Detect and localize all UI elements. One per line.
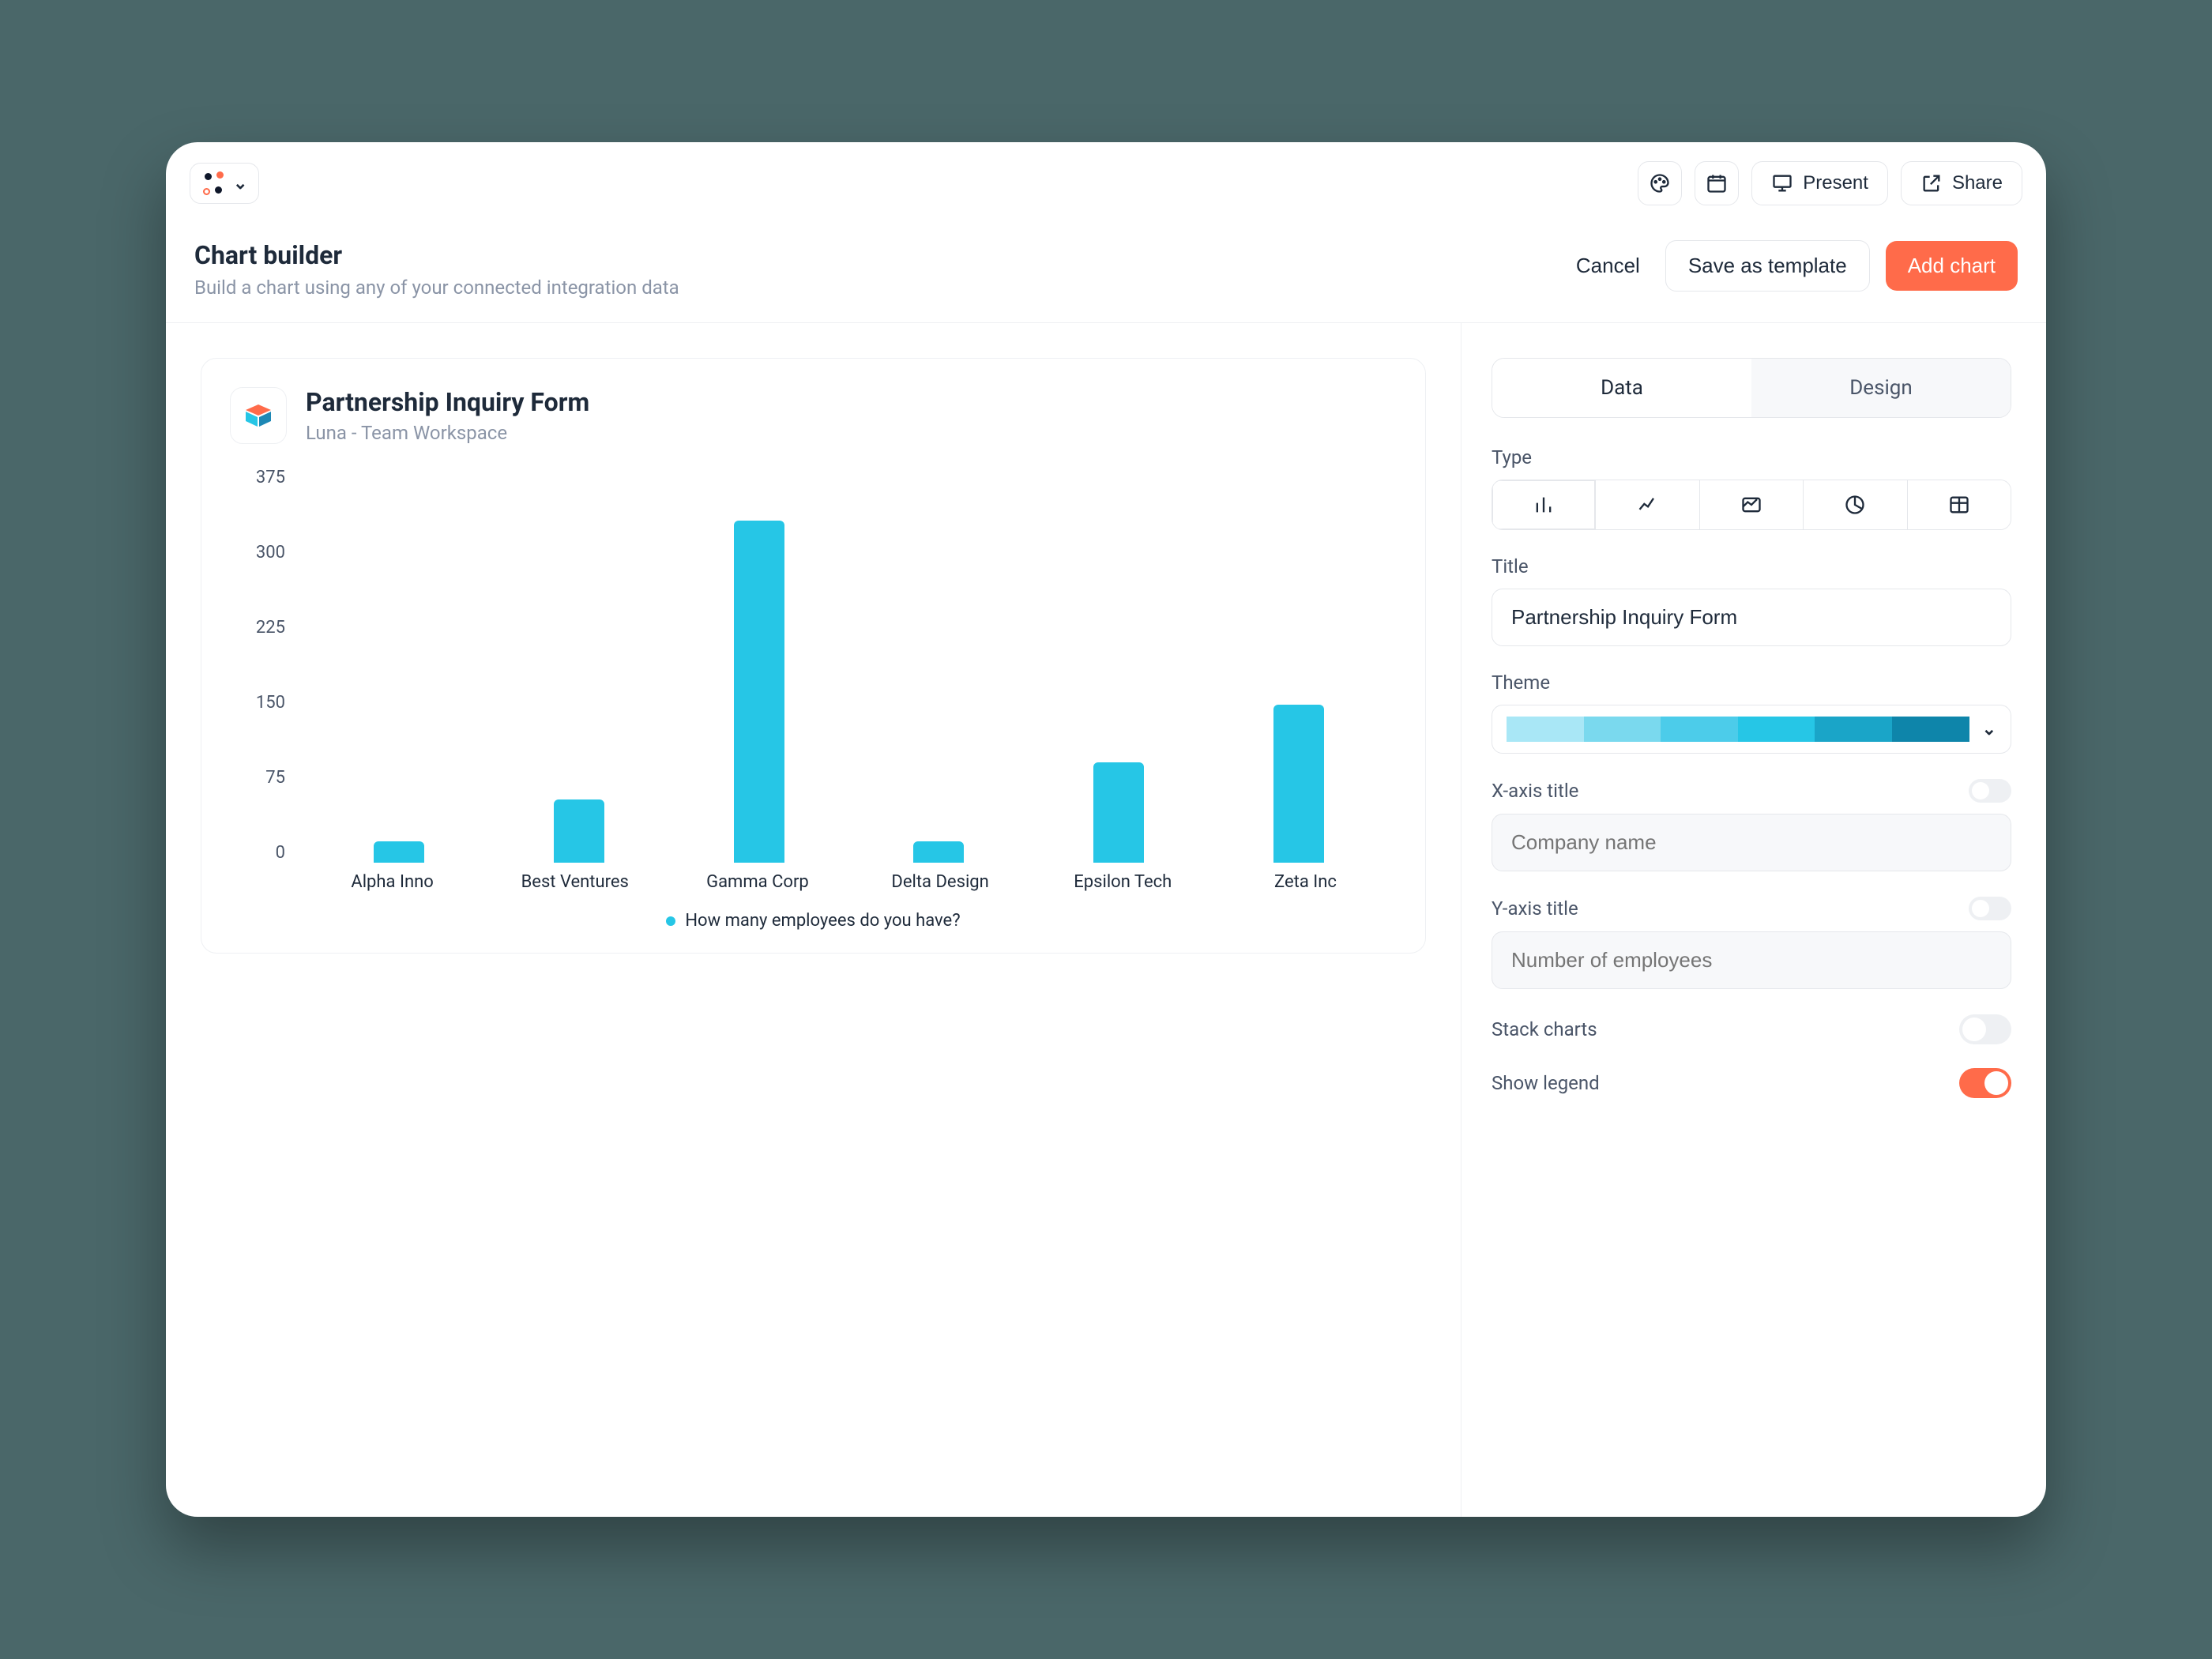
x-tick: Alpha Inno	[301, 872, 483, 892]
theme-select[interactable]: ⌄	[1492, 705, 2011, 754]
chart-type-segmented	[1492, 480, 2011, 530]
chart-card: Partnership Inquiry Form Luna - Team Wor…	[201, 358, 1426, 954]
color-swatch	[1892, 717, 1969, 742]
legend-label: How many employees do you have?	[685, 911, 960, 931]
x-axis-toggle[interactable]	[1969, 779, 2011, 803]
color-swatch	[1584, 717, 1661, 742]
x-tick: Gamma Corp	[666, 872, 848, 892]
bar-column	[1209, 468, 1389, 863]
table-icon	[1948, 494, 1970, 516]
area-chart-icon	[1740, 494, 1762, 516]
legend-swatch	[666, 916, 675, 926]
tab-data[interactable]: Data	[1492, 359, 1751, 417]
title-field-label: Title	[1492, 555, 2011, 577]
palette-icon	[1649, 172, 1671, 194]
type-line[interactable]	[1596, 480, 1699, 529]
panel-tabs: Data Design	[1492, 358, 2011, 418]
bar	[374, 841, 424, 863]
plot-area	[301, 468, 1397, 863]
calendar-button[interactable]	[1695, 161, 1739, 205]
legend-row: Show legend	[1492, 1068, 2011, 1098]
type-label: Type	[1492, 446, 2011, 468]
cancel-button[interactable]: Cancel	[1567, 254, 1650, 278]
theme-swatches	[1507, 717, 1969, 742]
bar	[1273, 705, 1324, 863]
bar	[734, 521, 784, 863]
x-tick: Best Ventures	[483, 872, 666, 892]
x-tick: Delta Design	[849, 872, 1032, 892]
page-header: Chart builder Build a chart using any of…	[166, 224, 2046, 322]
page-title: Chart builder	[194, 240, 679, 270]
chevron-down-icon: ⌄	[233, 174, 247, 194]
chart-plot: 375 300 225 150 75 0	[230, 468, 1397, 863]
present-label: Present	[1803, 172, 1868, 194]
tab-design[interactable]: Design	[1751, 359, 2011, 417]
color-swatch	[1738, 717, 1815, 742]
presentation-icon	[1771, 172, 1793, 194]
bar-column	[1029, 468, 1209, 863]
legend-toggle[interactable]	[1959, 1068, 2011, 1098]
y-tick: 0	[276, 843, 285, 863]
type-bar[interactable]	[1492, 480, 1596, 529]
type-table[interactable]	[1908, 480, 2011, 529]
save-template-button[interactable]: Save as template	[1665, 240, 1870, 292]
y-tick: 300	[256, 543, 285, 562]
color-swatch	[1507, 717, 1584, 742]
source-icon	[230, 387, 287, 444]
color-swatch	[1815, 717, 1892, 742]
title-input[interactable]	[1492, 589, 2011, 646]
chart-subtitle: Luna - Team Workspace	[306, 422, 589, 444]
present-button[interactable]: Present	[1751, 161, 1888, 205]
bar	[1093, 762, 1144, 863]
app-window: ⌄ Present Share Chart builder Build a ch…	[166, 142, 2046, 1517]
x-axis-input[interactable]	[1492, 814, 2011, 871]
y-axis-input[interactable]	[1492, 931, 2011, 989]
y-tick: 75	[265, 768, 285, 788]
pie-chart-icon	[1844, 494, 1866, 516]
y-axis: 375 300 225 150 75 0	[230, 468, 285, 863]
stack-toggle[interactable]	[1959, 1014, 2011, 1044]
stack-row: Stack charts	[1492, 1014, 2011, 1044]
bar-column	[669, 468, 849, 863]
y-tick: 375	[256, 468, 285, 487]
calendar-icon	[1706, 172, 1728, 194]
chart-legend: How many employees do you have?	[230, 911, 1397, 931]
topbar: ⌄ Present Share	[166, 142, 2046, 224]
bar	[913, 841, 964, 863]
config-panel: Data Design Type Title Theme ⌄ X-axis ti…	[1462, 323, 2046, 1517]
page-subtitle: Build a chart using any of your connecte…	[194, 276, 679, 299]
theme-label: Theme	[1492, 672, 2011, 694]
logo-icon	[201, 171, 225, 195]
bar-column	[848, 468, 1029, 863]
x-axis: Alpha InnoBest VenturesGamma CorpDelta D…	[230, 872, 1397, 892]
chevron-down-icon: ⌄	[1982, 720, 1996, 739]
bar-column	[489, 468, 669, 863]
content: Partnership Inquiry Form Luna - Team Wor…	[166, 322, 2046, 1517]
airtable-icon	[243, 400, 274, 431]
preview-pane: Partnership Inquiry Form Luna - Team Wor…	[166, 323, 1462, 1517]
chart-title: Partnership Inquiry Form	[306, 387, 589, 417]
line-chart-icon	[1637, 494, 1659, 516]
bar-column	[309, 468, 489, 863]
type-pie[interactable]	[1804, 480, 1907, 529]
color-swatch	[1661, 717, 1738, 742]
type-area[interactable]	[1700, 480, 1804, 529]
share-button[interactable]: Share	[1901, 161, 2022, 205]
palette-button[interactable]	[1638, 161, 1682, 205]
legend-toggle-label: Show legend	[1492, 1072, 1600, 1094]
x-tick: Zeta Inc	[1214, 872, 1397, 892]
y-tick: 150	[256, 693, 285, 713]
y-axis-toggle[interactable]	[1969, 897, 2011, 920]
share-icon	[1920, 172, 1943, 194]
y-axis-label: Y-axis title	[1492, 897, 2011, 920]
x-tick: Epsilon Tech	[1032, 872, 1214, 892]
y-tick: 225	[256, 618, 285, 638]
x-axis-label: X-axis title	[1492, 779, 2011, 803]
bar	[554, 799, 604, 863]
add-chart-button[interactable]: Add chart	[1886, 241, 2018, 291]
bar-chart-icon	[1533, 494, 1555, 516]
share-label: Share	[1952, 172, 2003, 194]
stack-label: Stack charts	[1492, 1018, 1597, 1040]
workspace-switcher[interactable]: ⌄	[190, 163, 259, 204]
